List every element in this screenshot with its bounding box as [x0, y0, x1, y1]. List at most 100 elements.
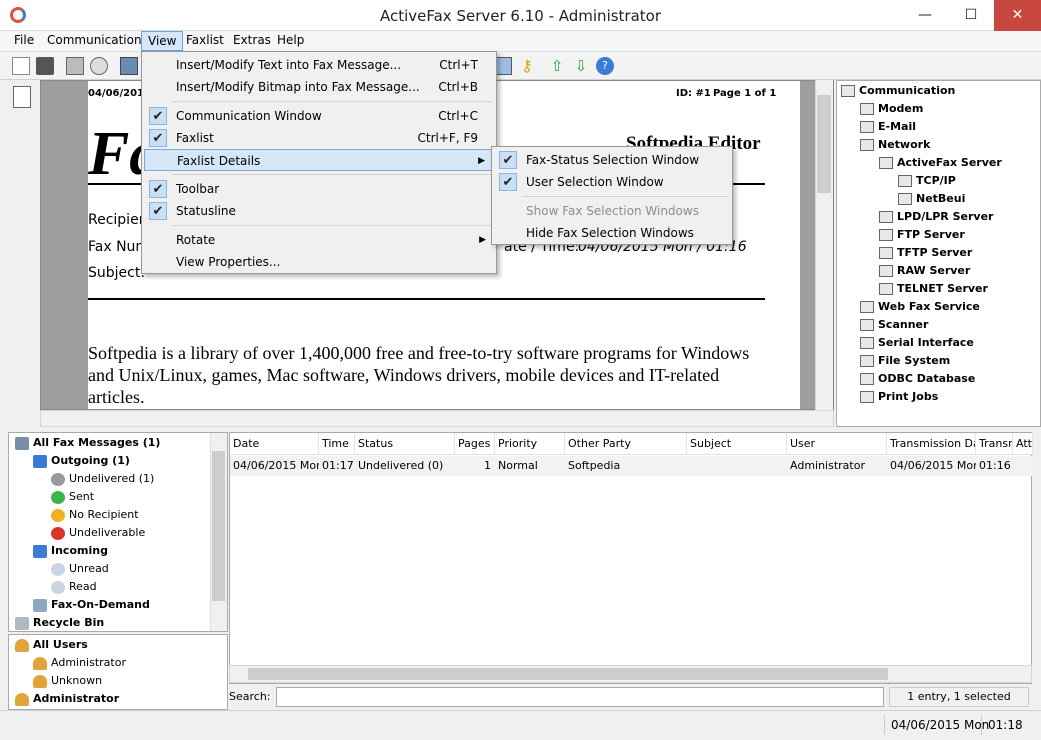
user-tree-item[interactable]: All Users [15, 636, 215, 654]
comm-tree-item[interactable]: Print Jobs [841, 388, 1037, 406]
menu-separator [172, 101, 492, 102]
help-icon[interactable]: ? [596, 57, 614, 75]
comm-tree-item[interactable]: NetBeui [841, 190, 1037, 208]
user-tree-item[interactable]: Unknown [15, 672, 215, 690]
submenu-item[interactable]: ✔ Fax-Status Selection Window [494, 149, 730, 171]
preview-scroll-thumb[interactable] [817, 95, 831, 193]
menu-separator [172, 174, 492, 175]
maximize-button[interactable]: ☐ [948, 0, 994, 31]
upload-icon[interactable]: ⇧ [548, 57, 566, 75]
column-header[interactable]: Att [1013, 433, 1033, 455]
folder-tree: All Fax Messages (1) Outgoing (1) Undelive… [8, 432, 228, 632]
window-title: ActiveFax Server 6.10 - Administrator [379, 7, 662, 25]
submenu-item: Show Fax Selection Windows [494, 200, 730, 222]
folder-tree-item[interactable]: Fax-On-Demand [15, 596, 205, 614]
comm-tree-item[interactable]: E-Mail [841, 118, 1037, 136]
column-header[interactable]: Pages [455, 433, 495, 455]
column-header[interactable]: Priority [495, 433, 565, 455]
comm-tree-label: Web Fax Service [878, 300, 980, 313]
comm-tree-item[interactable]: TELNET Server [841, 280, 1037, 298]
menu-help[interactable]: Help [271, 31, 310, 51]
submenu-item[interactable]: ✔ User Selection Window [494, 171, 730, 193]
comm-tree-item[interactable]: Serial Interface [841, 334, 1037, 352]
fax-list-header: Date Time Status Pages Priority Other Party Su… [230, 433, 1033, 455]
view-menu-item[interactable]: ✔ Toolbar [144, 178, 494, 200]
menu-view[interactable]: View [141, 31, 184, 51]
column-header[interactable]: Other Party [565, 433, 687, 455]
comm-tree-label: Serial Interface [878, 336, 974, 349]
view-menu-item[interactable]: Rotate ▶ [144, 229, 494, 251]
comm-tree-item[interactable]: RAW Server [841, 262, 1037, 280]
key-icon[interactable]: ⚷ [518, 57, 536, 75]
column-header[interactable]: User [787, 433, 887, 455]
column-header[interactable]: Transm [976, 433, 1013, 455]
folder-tree-item[interactable]: Recycle Bin [15, 614, 205, 632]
comm-tree-item[interactable]: ODBC Database [841, 370, 1037, 388]
comm-tree-item[interactable]: Scanner [841, 316, 1037, 334]
comm-tree-item[interactable]: Web Fax Service [841, 298, 1037, 316]
submenu-item[interactable]: Hide Fax Selection Windows [494, 222, 730, 244]
folder-tree-item[interactable]: All Fax Messages (1) [15, 434, 205, 452]
folder-tree-item[interactable]: Read [15, 578, 205, 596]
view-menu-item[interactable]: Insert/Modify Bitmap into Fax Message...… [144, 76, 494, 98]
view-menu-item[interactable]: ✔ Faxlist Ctrl+F, F9 [144, 127, 494, 149]
comm-tree-item[interactable]: Modem [841, 100, 1037, 118]
folder-icon [33, 598, 47, 612]
menu-communication[interactable]: Communication [41, 31, 148, 51]
menu-faxlist[interactable]: Faxlist [180, 31, 230, 51]
save-icon[interactable] [36, 57, 54, 75]
submenu-arrow-icon: ▶ [479, 235, 486, 245]
user-tree-item[interactable]: Administrator [15, 690, 215, 708]
comm-tree-item[interactable]: TCP/IP [841, 172, 1037, 190]
print-preview-icon[interactable] [90, 57, 108, 75]
menu-extras[interactable]: Extras [227, 31, 277, 51]
comm-tree-item[interactable]: Communication [841, 82, 1037, 100]
column-header[interactable]: Date [230, 433, 319, 455]
folder-tree-item[interactable]: No Recipient [15, 506, 205, 524]
folder-tree-item[interactable]: Sent [15, 488, 205, 506]
check-icon: ✔ [149, 107, 167, 125]
list-scroll-thumb[interactable] [248, 668, 888, 680]
table-cell [1013, 457, 1033, 475]
print-icon[interactable] [66, 57, 84, 75]
preview-horizontal-scrollbar[interactable] [40, 410, 834, 427]
document-icon[interactable] [13, 86, 31, 108]
close-button[interactable]: ✕ [994, 0, 1041, 31]
table-cell: Softpedia [568, 459, 621, 472]
menu-item-shortcut: Ctrl+F, F9 [417, 131, 478, 145]
folder-scroll-thumb[interactable] [212, 451, 225, 601]
folder-tree-item[interactable]: Outgoing (1) [15, 452, 205, 470]
tree-node-icon [860, 391, 874, 403]
search-input[interactable] [276, 687, 884, 707]
communication-tree: Communication Modem E-Mail Network ActiveFax… [836, 80, 1041, 427]
menu-item-label: Toolbar [176, 182, 220, 196]
comm-tree-item[interactable]: Network [841, 136, 1037, 154]
table-cell: Normal [498, 459, 538, 472]
menu-item-label: Insert/Modify Text into Fax Message... [176, 58, 402, 72]
menu-file[interactable]: File [8, 31, 40, 51]
comm-tree-item[interactable]: TFTP Server [841, 244, 1037, 262]
view-menu-item[interactable]: Insert/Modify Text into Fax Message... Ct… [144, 54, 494, 76]
comm-tree-item[interactable]: ActiveFax Server [841, 154, 1037, 172]
comm-tree-item[interactable]: LPD/LPR Server [841, 208, 1037, 226]
view-menu-item[interactable]: View Properties... [144, 251, 494, 273]
comm-tree-item[interactable]: FTP Server [841, 226, 1037, 244]
view-menu-item[interactable]: ✔ Communication Window Ctrl+C [144, 105, 494, 127]
column-header[interactable]: Transmission Date [887, 433, 976, 455]
column-header[interactable]: Status [355, 433, 455, 455]
column-header[interactable]: Subject [687, 433, 787, 455]
monitor-icon[interactable] [120, 57, 138, 75]
download-icon[interactable]: ⇩ [572, 57, 590, 75]
view-menu-item[interactable]: ✔ Statusline [144, 200, 494, 222]
folder-tree-item[interactable]: Undeliverable [15, 524, 205, 542]
minimize-button[interactable]: — [902, 0, 948, 31]
view-menu-item[interactable]: Faxlist Details ▶ [144, 149, 494, 171]
folder-tree-item[interactable]: Unread [15, 560, 205, 578]
column-header[interactable]: Time [319, 433, 355, 455]
user-tree-item[interactable]: Administrator [15, 654, 215, 672]
comm-tree-item[interactable]: File System [841, 352, 1037, 370]
comm-tree-label: Network [878, 138, 931, 151]
folder-tree-item[interactable]: Undelivered (1) [15, 470, 205, 488]
new-icon[interactable] [12, 57, 30, 75]
folder-tree-item[interactable]: Incoming [15, 542, 205, 560]
